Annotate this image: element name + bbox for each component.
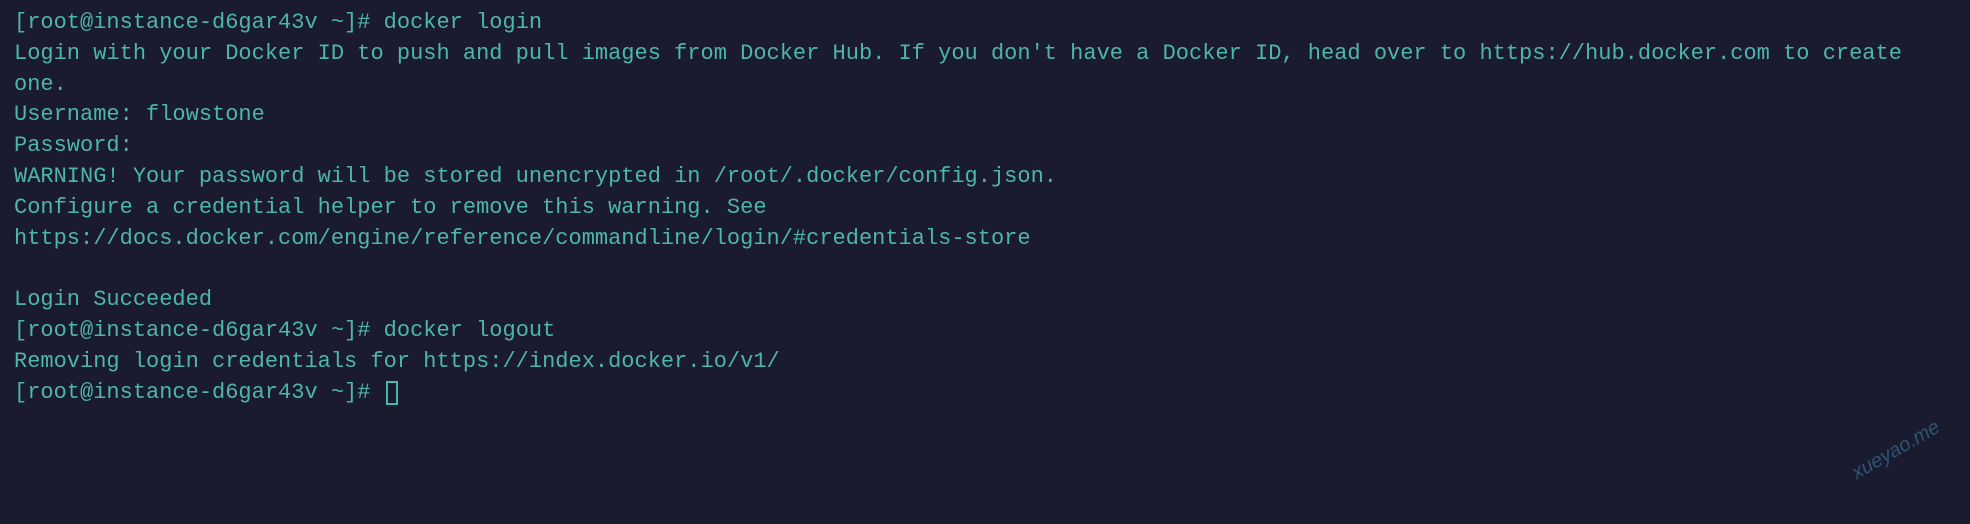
terminal-output: Removing login credentials for https://i… bbox=[14, 347, 1956, 378]
shell-prompt: [root@instance-d6gar43v ~]# bbox=[14, 10, 384, 35]
terminal-output bbox=[14, 254, 1956, 285]
terminal-output: Login with your Docker ID to push and pu… bbox=[14, 39, 1956, 101]
terminal-output: Password: bbox=[14, 131, 1956, 162]
shell-command: docker logout bbox=[384, 318, 556, 343]
terminal-output: Configure a credential helper to remove … bbox=[14, 193, 1956, 224]
terminal-line-prompt: [root@instance-d6gar43v ~]# bbox=[14, 378, 1956, 409]
shell-prompt: [root@instance-d6gar43v ~]# bbox=[14, 380, 384, 405]
watermark-text: xueyao.me bbox=[1847, 413, 1946, 486]
shell-command: docker login bbox=[384, 10, 542, 35]
terminal-output: https://docs.docker.com/engine/reference… bbox=[14, 224, 1956, 255]
cursor-icon bbox=[386, 381, 398, 405]
terminal-line-prompt: [root@instance-d6gar43v ~]# docker login bbox=[14, 8, 1956, 39]
terminal-output: WARNING! Your password will be stored un… bbox=[14, 162, 1956, 193]
terminal-window[interactable]: [root@instance-d6gar43v ~]# docker login… bbox=[14, 8, 1956, 408]
terminal-output: Username: flowstone bbox=[14, 100, 1956, 131]
terminal-line-prompt: [root@instance-d6gar43v ~]# docker logou… bbox=[14, 316, 1956, 347]
shell-prompt: [root@instance-d6gar43v ~]# bbox=[14, 318, 384, 343]
terminal-output: Login Succeeded bbox=[14, 285, 1956, 316]
